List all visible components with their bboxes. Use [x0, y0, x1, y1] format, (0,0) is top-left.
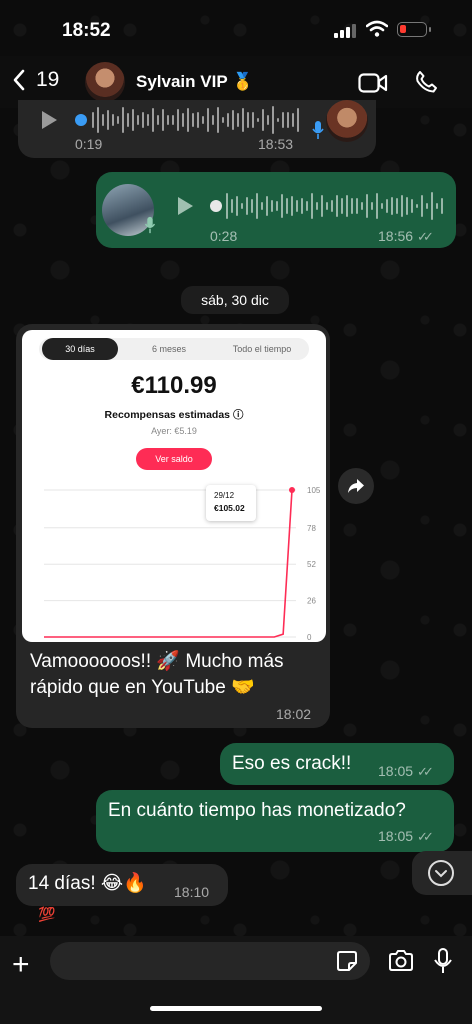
- signal-icon: [334, 24, 356, 38]
- message-time: 18:53: [258, 136, 294, 152]
- voice-duration: 0:19: [75, 136, 103, 152]
- phone-call-icon[interactable]: [414, 70, 438, 94]
- medal-badge: 🥇: [232, 72, 254, 91]
- wifi-icon: [366, 20, 388, 37]
- avatar[interactable]: [85, 62, 125, 102]
- forward-button[interactable]: [338, 468, 374, 504]
- sticker-icon[interactable]: [336, 950, 358, 972]
- message-incoming: 14 días! 😂🔥 18:10: [16, 864, 228, 906]
- playback-position-dot[interactable]: [210, 200, 222, 212]
- scroll-to-bottom-button[interactable]: [412, 851, 472, 895]
- video-call-icon[interactable]: [358, 72, 388, 94]
- y-tick-label: 0: [307, 633, 312, 642]
- message-time: 18:56 ✓✓: [378, 228, 434, 244]
- message-outgoing: En cuánto tiempo has monetizado? 18:05 ✓✓: [96, 790, 454, 852]
- message-outgoing: Eso es crack!! 18:05 ✓✓: [220, 743, 454, 785]
- back-button[interactable]: 19: [12, 68, 59, 92]
- forward-icon: [348, 479, 364, 493]
- view-balance-button: Ver saldo: [136, 448, 212, 470]
- tooltip-value: €105.02: [214, 503, 245, 513]
- read-receipt-icon: ✓✓: [417, 829, 434, 844]
- y-tick-label: 26: [307, 597, 316, 606]
- status-bar: 18:52: [0, 0, 472, 56]
- yesterday-earnings: Ayer: €5.19: [151, 426, 197, 436]
- period-tabs: 30 días 6 meses Todo el tiempo: [39, 338, 309, 360]
- message-time: 18:02: [276, 706, 312, 722]
- message-text: En cuánto tiempo has monetizado?: [108, 800, 406, 821]
- voice-waveform[interactable]: [92, 105, 299, 135]
- mic-icon: [312, 121, 324, 139]
- earnings-chart: 105 78 52 26 0: [44, 486, 321, 642]
- play-icon[interactable]: [40, 110, 58, 130]
- earnings-amount: €110.99: [131, 372, 217, 399]
- y-tick-label: 78: [307, 524, 316, 533]
- read-receipt-icon: ✓✓: [417, 764, 434, 779]
- message-input[interactable]: [50, 942, 370, 980]
- message-text: 14 días! 😂🔥: [28, 873, 147, 894]
- tab-6-months: 6 meses: [151, 344, 186, 354]
- message-reaction[interactable]: 💯: [38, 906, 55, 923]
- chevron-down-icon: [428, 860, 454, 886]
- mic-icon: [144, 216, 156, 234]
- rewards-label: Recompensas estimadas ⓘ: [104, 409, 244, 421]
- home-indicator: [150, 1006, 322, 1011]
- play-icon[interactable]: [176, 196, 194, 216]
- voice-message-incoming: 0:19 18:53: [18, 100, 376, 158]
- data-point: [289, 486, 295, 493]
- sender-avatar: [326, 100, 368, 142]
- status-time: 18:52: [62, 20, 111, 41]
- camera-icon[interactable]: [388, 950, 414, 972]
- tooltip-date: 29/12: [214, 491, 235, 500]
- tab-30-days: 30 días: [42, 338, 118, 360]
- date-separator: sáb, 30 dic: [181, 286, 289, 314]
- voice-duration: 0:28: [210, 228, 238, 244]
- earnings-screenshot[interactable]: 30 días 6 meses Todo el tiempo €110.99 R…: [22, 330, 326, 642]
- message-text: Eso es crack!!: [232, 753, 352, 774]
- contact-name[interactable]: Sylvain VIP 🥇: [136, 72, 253, 92]
- chart-tooltip: 29/12 €105.02: [206, 485, 256, 521]
- chevron-left-icon: [13, 69, 25, 91]
- y-tick-label: 105: [307, 486, 321, 495]
- y-tick-label: 52: [307, 560, 316, 569]
- message-time: 18:10: [174, 884, 210, 900]
- message-text: Vamoooooos!! 🚀 Mucho más rápido que en Y…: [30, 651, 284, 698]
- message-time: 18:05 ✓✓: [378, 763, 434, 779]
- read-receipt-icon: ✓✓: [417, 229, 434, 244]
- message-input-bar: +: [0, 936, 472, 1024]
- battery-icon: [397, 22, 431, 37]
- playback-position-dot[interactable]: [75, 114, 87, 126]
- unread-count: 19: [36, 68, 60, 91]
- message-time: 18:05 ✓✓: [378, 828, 434, 844]
- tab-all-time: Todo el tiempo: [232, 344, 292, 354]
- microphone-icon[interactable]: [434, 948, 452, 974]
- voice-waveform[interactable]: [226, 191, 443, 221]
- voice-message-outgoing: 0:28 18:56 ✓✓: [96, 172, 456, 248]
- plus-icon[interactable]: +: [12, 950, 30, 980]
